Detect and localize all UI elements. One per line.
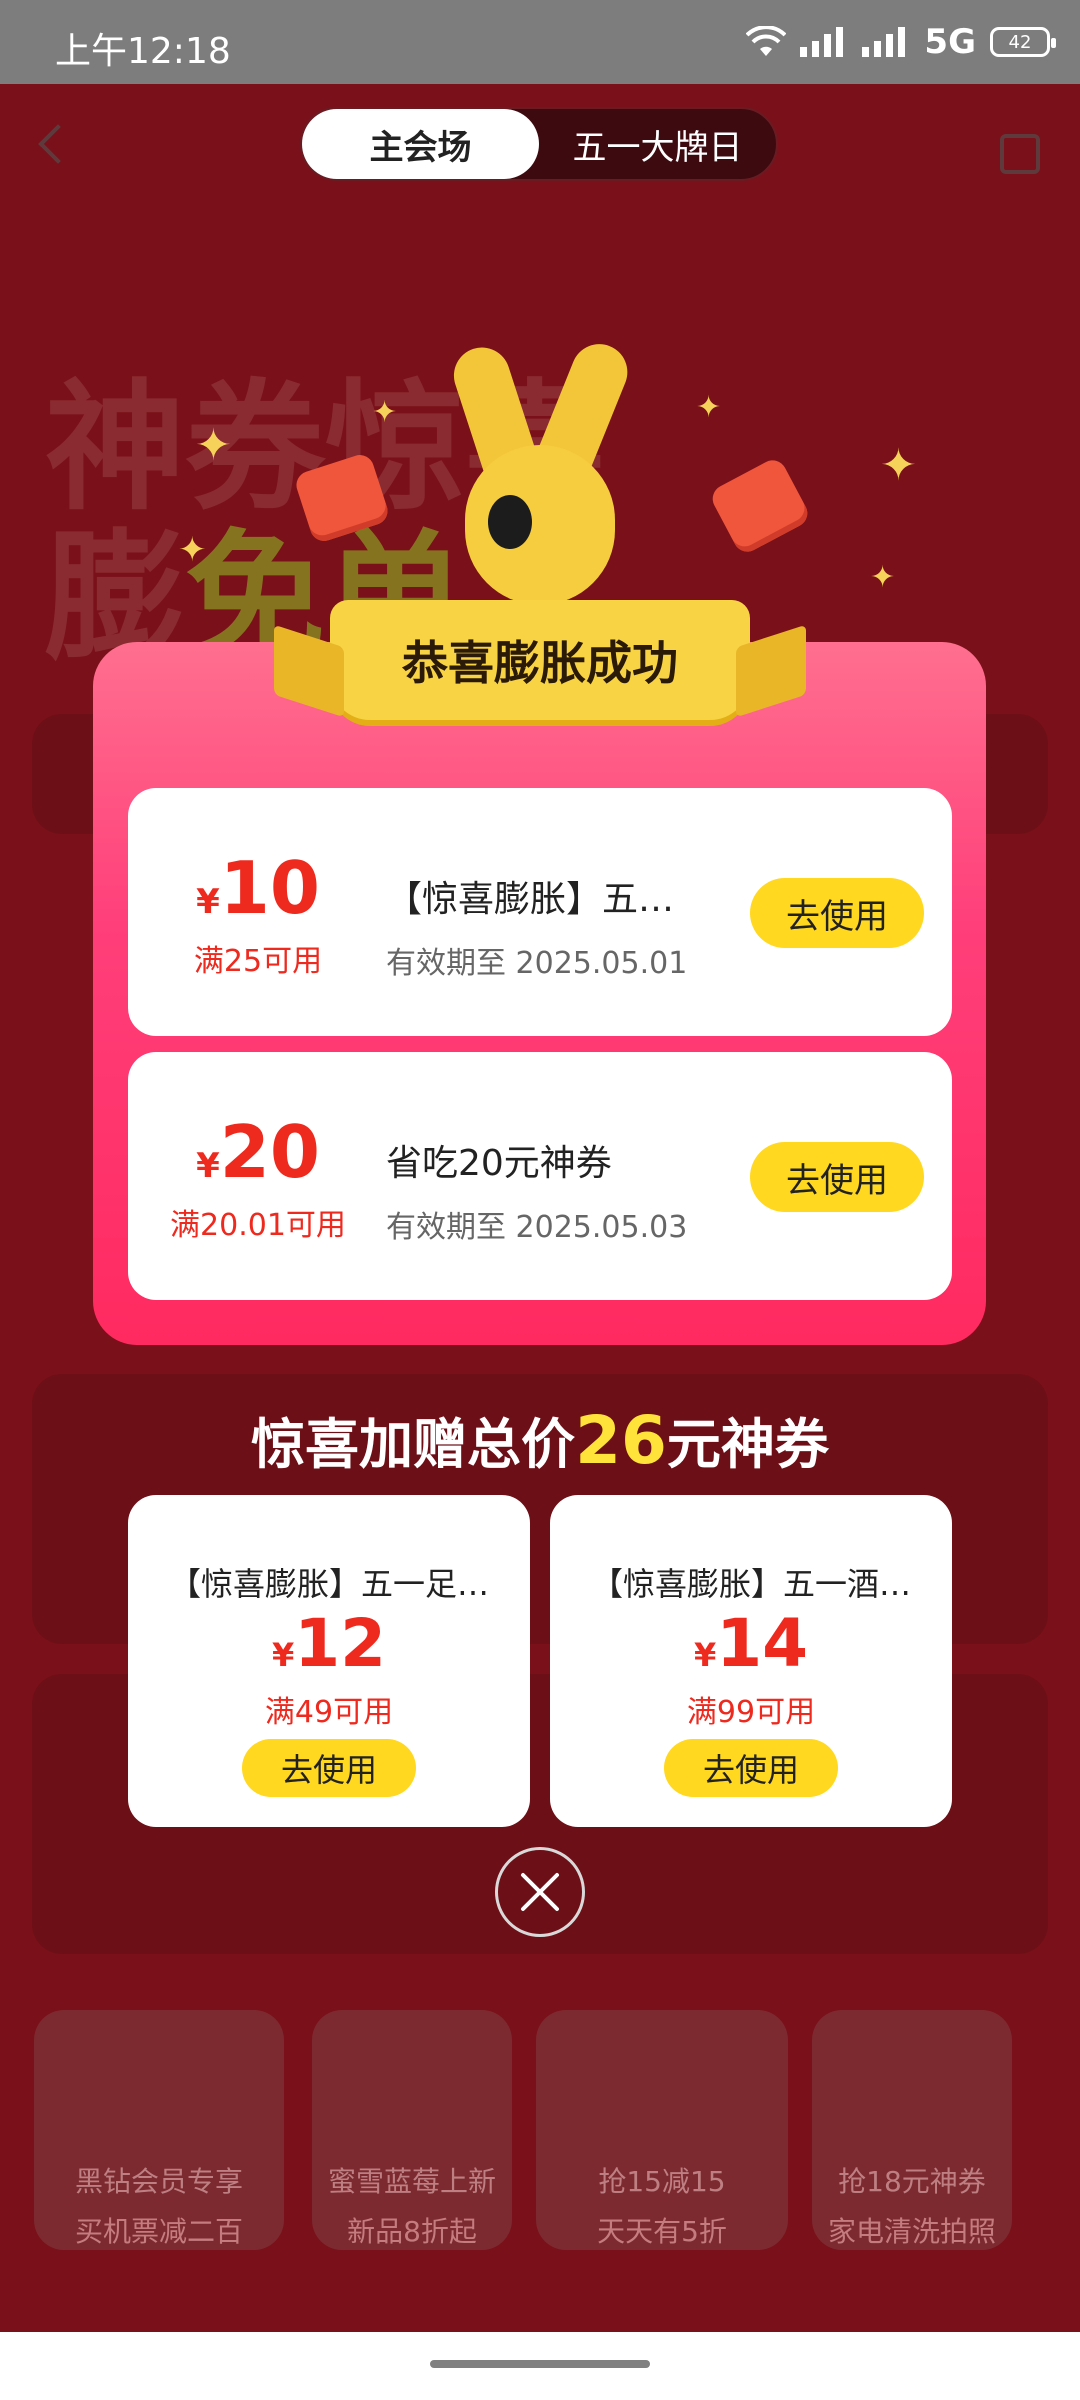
- bonus-coupon-amount: ¥14: [693, 1605, 809, 1682]
- bonus-title: 惊喜加赠总价26元神券: [251, 1402, 829, 1479]
- tab-main-venue[interactable]: 主会场: [302, 109, 539, 179]
- share-icon[interactable]: [1000, 134, 1040, 174]
- coupon-condition: 满20.01可用: [170, 1208, 346, 1243]
- background-tiles: 黑钻会员专享 买机票减二百 蜜雪蓝莓上新 新品8折起 抢15减15 天天有5折 …: [0, 1920, 1080, 2250]
- bonus-coupon-card: 【惊喜膨胀】五一酒… ¥14 满99可用 去使用: [550, 1495, 952, 1827]
- use-coupon-button[interactable]: 去使用: [242, 1739, 416, 1797]
- tile-tag: 抢15减15: [598, 2165, 726, 2198]
- sparkle-icon: ✦: [372, 395, 398, 430]
- tile-tag: 黑钻会员专享: [74, 2165, 243, 2198]
- coupon-card: ¥20 满20.01可用 省吃20元神券 有效期至 2025.05.03 去使用: [128, 1052, 952, 1300]
- wifi-icon: [746, 26, 787, 56]
- coupon-card: ¥10 满25可用 【惊喜膨胀】五… 有效期至 2025.05.01 去使用: [128, 788, 952, 1036]
- sparkle-icon: ✦: [696, 390, 722, 425]
- tile-sub: 家电清洗拍照: [827, 2215, 996, 2248]
- tile-sub: 天天有5折: [597, 2215, 727, 2248]
- sparkle-icon: ✦: [178, 530, 207, 570]
- popup-ribbon: 恭喜膨胀成功: [274, 600, 806, 720]
- network-type: 5G: [924, 22, 976, 62]
- close-icon: [521, 1873, 559, 1911]
- use-coupon-button[interactable]: 去使用: [750, 1142, 924, 1212]
- coupon-amount: ¥20: [196, 1110, 320, 1194]
- header-tabs: 主会场 五一大牌日: [300, 107, 778, 181]
- status-icons: 5G 42: [746, 20, 1056, 64]
- tile: 抢15减15 天天有5折: [536, 2010, 788, 2250]
- signal-icon: [800, 27, 844, 57]
- tile-tag: 蜜雪蓝莓上新: [327, 2165, 496, 2198]
- tile-sub: 新品8折起: [347, 2215, 477, 2248]
- tile: 蜜雪蓝莓上新 新品8折起: [312, 2010, 512, 2250]
- use-coupon-button[interactable]: 去使用: [750, 878, 924, 948]
- system-navigation-bar: [0, 2332, 1080, 2400]
- bonus-coupon-name: 【惊喜膨胀】五一酒…: [590, 1565, 911, 1603]
- bonus-coupon-condition: 满49可用: [264, 1695, 394, 1730]
- coupon-expiry: 有效期至 2025.05.01: [386, 946, 688, 981]
- bonus-coupon-condition: 满99可用: [686, 1695, 816, 1730]
- use-coupon-button[interactable]: 去使用: [664, 1739, 838, 1797]
- coupon-name: 【惊喜膨胀】五…: [386, 879, 675, 920]
- coupon-name: 省吃20元神券: [386, 1143, 612, 1184]
- sparkle-icon: ✦: [880, 440, 917, 491]
- status-time: 上午12:18: [55, 31, 231, 72]
- bonus-coupon-name: 【惊喜膨胀】五一足…: [168, 1565, 489, 1603]
- bonus-coupon-amount: ¥12: [271, 1605, 387, 1682]
- tile-sub: 买机票减二百: [74, 2215, 243, 2248]
- close-popup-button[interactable]: [495, 1847, 585, 1937]
- signal-icon-2: [862, 27, 906, 57]
- popup-title: 恭喜膨胀成功: [402, 636, 678, 690]
- tile: 抢18元神券 家电清洗拍照: [812, 2010, 1012, 2250]
- tile-tag: 抢18元神券: [838, 2165, 986, 2198]
- sparkle-icon: ✦: [195, 420, 232, 471]
- bonus-coupon-card: 【惊喜膨胀】五一足… ¥12 满49可用 去使用: [128, 1495, 530, 1827]
- home-indicator[interactable]: [430, 2360, 650, 2368]
- tile: 黑钻会员专享 买机票减二百: [34, 2010, 284, 2250]
- mascot-image: [440, 335, 640, 605]
- coupon-amount: ¥10: [196, 846, 320, 930]
- coupon-expiry: 有效期至 2025.05.03: [386, 1210, 688, 1245]
- status-bar: 上午12:18 5G 42: [0, 0, 1080, 84]
- coupon-condition: 满25可用: [193, 944, 323, 979]
- tab-brand-day[interactable]: 五一大牌日: [539, 109, 776, 179]
- battery-icon: 42: [990, 27, 1056, 57]
- sparkle-icon: ✦: [870, 560, 896, 595]
